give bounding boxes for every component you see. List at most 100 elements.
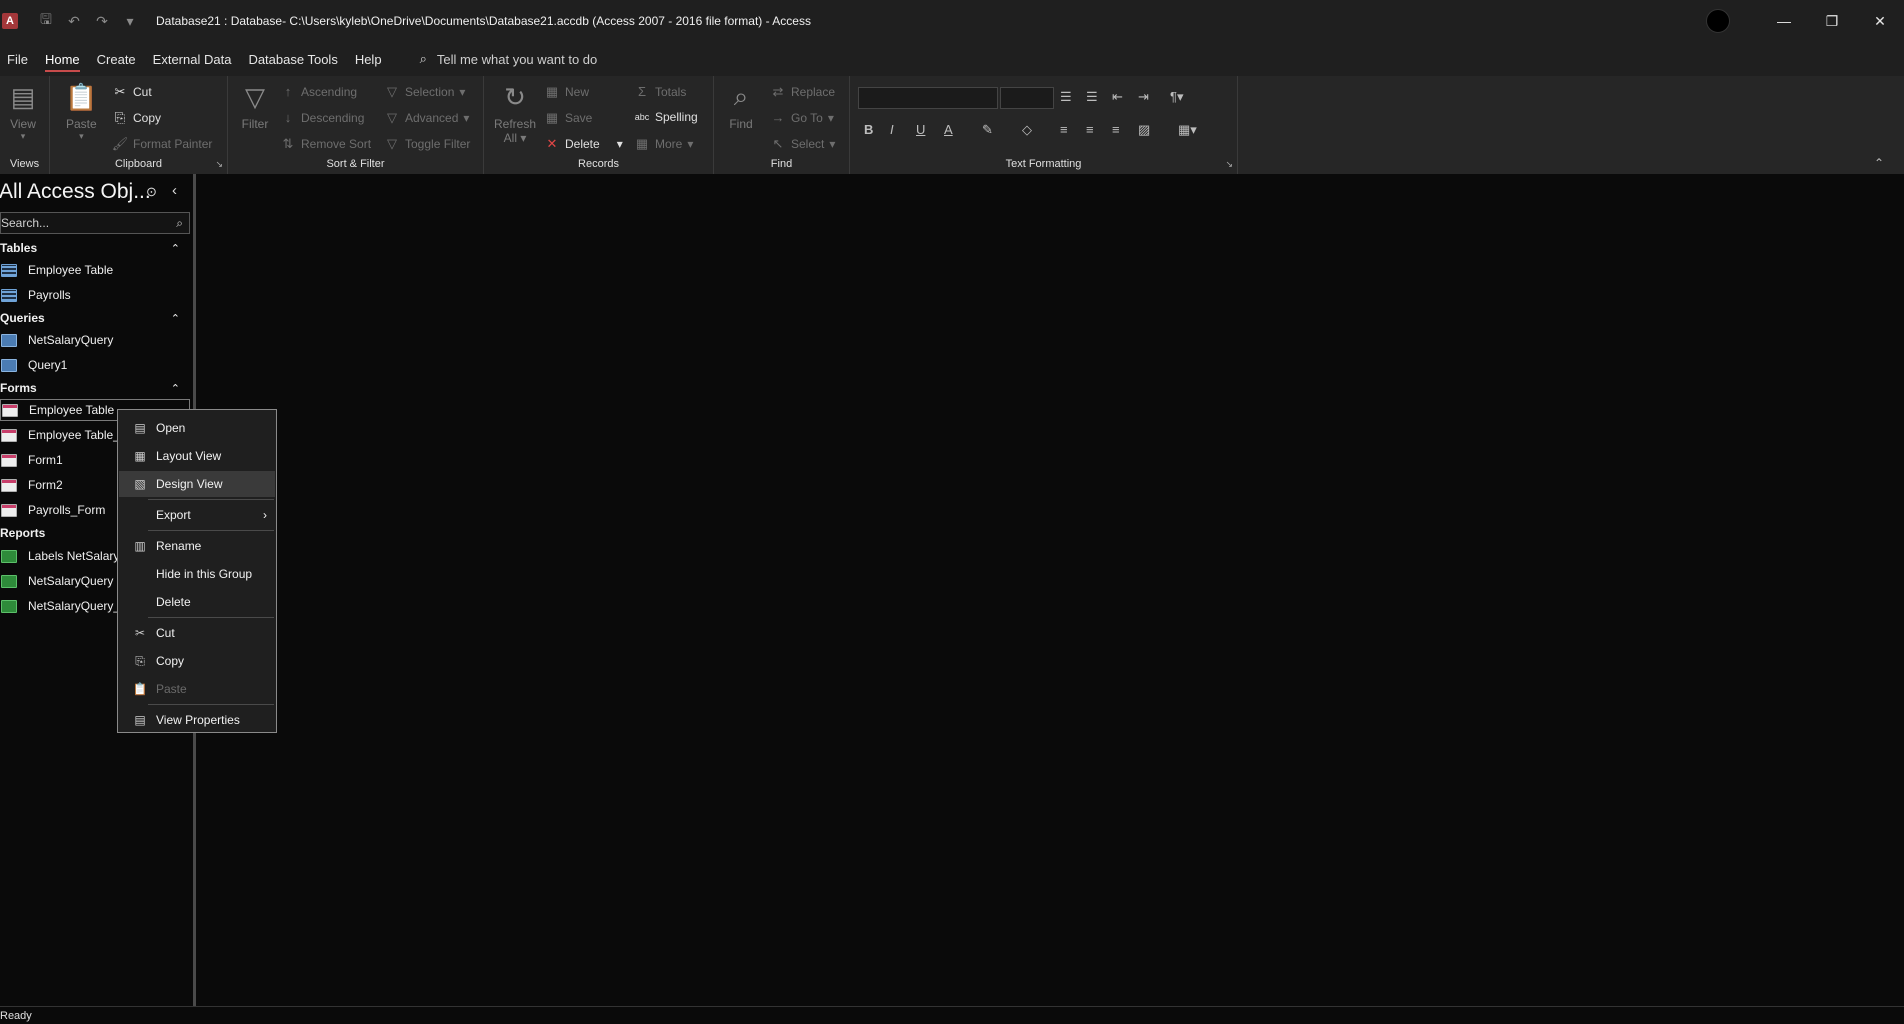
nav-menu-icon[interactable]: ⊙ [146, 184, 157, 200]
replace-button[interactable]: ⇄ Replace [770, 84, 835, 100]
form-icon [1, 428, 17, 442]
save-record-button[interactable]: ▦ Save [544, 110, 593, 126]
numbering-icon[interactable]: ☰ [1086, 89, 1098, 105]
minimize-button[interactable]: — [1760, 0, 1808, 42]
nav-group-tables[interactable]: Tables ⌃ [0, 238, 190, 258]
ctx-hide-in-group[interactable]: Hide in this Group [119, 561, 275, 587]
nav-search-input[interactable]: Search... ⌕ [0, 212, 190, 234]
nav-item-query1[interactable]: Query1 [0, 354, 190, 376]
conditional-format-icon[interactable]: ▨ [1138, 122, 1150, 138]
nav-item-payrolls[interactable]: Payrolls [0, 284, 190, 306]
tab-file[interactable]: File [0, 42, 35, 76]
font-name-combo[interactable] [858, 87, 998, 109]
tell-me-search[interactable]: ⌕ Tell me what you want to do [420, 51, 598, 67]
scissors-icon: ✂ [134, 626, 146, 640]
paste-button[interactable]: 📋 Paste ▾ [65, 80, 97, 142]
collapse-ribbon-icon[interactable]: ⌃ [1874, 156, 1884, 170]
font-size-combo[interactable] [1000, 87, 1054, 109]
new-record-button[interactable]: ▦ New [544, 84, 589, 100]
fill-color-icon[interactable]: ◇ [1022, 122, 1032, 138]
totals-label: Totals [655, 84, 687, 99]
align-center-icon[interactable]: ≡ [1086, 122, 1094, 137]
ctx-export[interactable]: Export › [119, 502, 275, 528]
save-record-icon: ▦ [545, 110, 559, 125]
ribbon: ▤ View ▾ Views 📋 Paste ▾ ✂ Cut ⎘ Copy 🖌 For… [0, 76, 1904, 174]
font-color-button[interactable]: A [944, 122, 953, 137]
format-painter-button[interactable]: 🖌 Format Painter [112, 136, 213, 152]
view-button[interactable]: ▤ View ▾ [8, 80, 38, 142]
ctx-view-properties[interactable]: ▤ View Properties [119, 707, 275, 733]
shutter-bar-close-icon[interactable]: ‹ [172, 182, 177, 199]
refresh-all-button[interactable]: ↻ Refresh All ▾ [494, 80, 536, 146]
align-left-icon[interactable]: ≡ [1060, 122, 1068, 137]
save-label: Save [565, 111, 593, 125]
ctx-open[interactable]: ▤ Open [119, 415, 275, 441]
new-label: New [565, 85, 590, 99]
selection-button[interactable]: ▽ Selection ▾ [384, 84, 465, 100]
restore-button[interactable]: ❐ [1808, 0, 1856, 42]
nav-group-queries[interactable]: Queries ⌃ [0, 308, 190, 328]
window-title: Database21 : Database- C:\Users\kyleb\On… [156, 14, 811, 28]
goto-button[interactable]: → Go To ▾ [770, 110, 834, 125]
status-text: Ready [0, 1009, 32, 1022]
paste-label: Paste [66, 117, 97, 131]
tab-database-tools[interactable]: Database Tools [241, 42, 344, 76]
filter-button[interactable]: ▽ Filter [240, 80, 270, 132]
goto-label: Go To [791, 110, 823, 125]
spelling-button[interactable]: abc Spelling [634, 110, 698, 124]
ctx-open-label: Open [156, 421, 186, 435]
user-avatar[interactable] [1706, 9, 1730, 33]
toggle-filter-button[interactable]: ▽ Toggle Filter [384, 136, 470, 152]
ctx-copy[interactable]: ⎘ Copy [119, 648, 275, 674]
decrease-indent-icon[interactable]: ⇤ [1112, 89, 1123, 105]
nav-item-netsalaryquery[interactable]: NetSalaryQuery [0, 329, 190, 351]
copy-button[interactable]: ⎘ Copy [112, 110, 161, 126]
highlight-icon[interactable]: ✎ [982, 122, 993, 138]
nav-header[interactable]: All Access Obj... ⊙ ‹ [0, 174, 196, 210]
tab-create[interactable]: Create [90, 42, 143, 76]
ctx-design-view[interactable]: ▧ Design View [119, 471, 275, 497]
close-button[interactable]: ✕ [1856, 0, 1904, 42]
cut-button[interactable]: ✂ Cut [112, 84, 152, 100]
descending-button[interactable]: ↓ Descending [280, 110, 365, 125]
tab-external-data[interactable]: External Data [146, 42, 239, 76]
gridlines-icon[interactable]: ▦▾ [1178, 122, 1197, 138]
access-app-icon[interactable]: A [2, 13, 18, 29]
bold-button[interactable]: B [864, 122, 873, 137]
advanced-button[interactable]: ▽ Advanced ▾ [384, 110, 469, 126]
ctx-paste[interactable]: 📋 Paste [119, 676, 275, 702]
tab-help[interactable]: Help [348, 42, 389, 76]
ctx-delete[interactable]: Delete [119, 589, 275, 615]
underline-button[interactable]: U [916, 122, 925, 137]
select-button[interactable]: ↖ Select ▾ [770, 136, 836, 152]
ascending-button[interactable]: ↑ Ascending [280, 84, 357, 99]
nav-item-employee-table[interactable]: Employee Table [0, 259, 190, 281]
view-icon: ▤ [10, 81, 36, 112]
customize-qat-icon[interactable]: ▾ [118, 13, 142, 30]
delete-record-button[interactable]: ✕ Delete ▾ [544, 136, 623, 152]
text-direction-icon[interactable]: ¶▾ [1170, 89, 1184, 105]
save-icon[interactable]: 🖫 [34, 9, 58, 33]
ctx-cut[interactable]: ✂ Cut [119, 620, 275, 646]
ctx-layout-view[interactable]: ▦ Layout View [119, 443, 275, 469]
italic-button[interactable]: I [890, 122, 894, 137]
increase-indent-icon[interactable]: ⇥ [1138, 89, 1149, 105]
sort-filter-group-label: Sort & Filter [326, 158, 385, 170]
query-icon [1, 358, 17, 372]
clipboard-launcher-icon[interactable]: ↘ [215, 159, 223, 170]
nav-item-label: Form2 [28, 478, 63, 492]
tab-home[interactable]: Home [38, 42, 87, 76]
nav-title[interactable]: All Access Obj... [0, 180, 151, 204]
nav-group-queries-label: Queries [0, 311, 45, 325]
redo-icon[interactable]: ↷ [90, 13, 114, 30]
more-button[interactable]: ▦ More ▾ [634, 136, 694, 152]
find-button[interactable]: ⌕ Find [726, 80, 756, 131]
text-formatting-launcher-icon[interactable]: ↘ [1225, 159, 1233, 170]
nav-group-forms[interactable]: Forms ⌃ [0, 378, 190, 398]
align-right-icon[interactable]: ≡ [1112, 122, 1120, 137]
bullets-icon[interactable]: ☰ [1060, 89, 1072, 105]
totals-button[interactable]: Σ Totals [634, 84, 686, 99]
undo-icon[interactable]: ↶ [62, 13, 86, 30]
ctx-rename[interactable]: ▥ Rename [119, 533, 275, 559]
remove-sort-button[interactable]: ⇅ Remove Sort [280, 136, 371, 152]
